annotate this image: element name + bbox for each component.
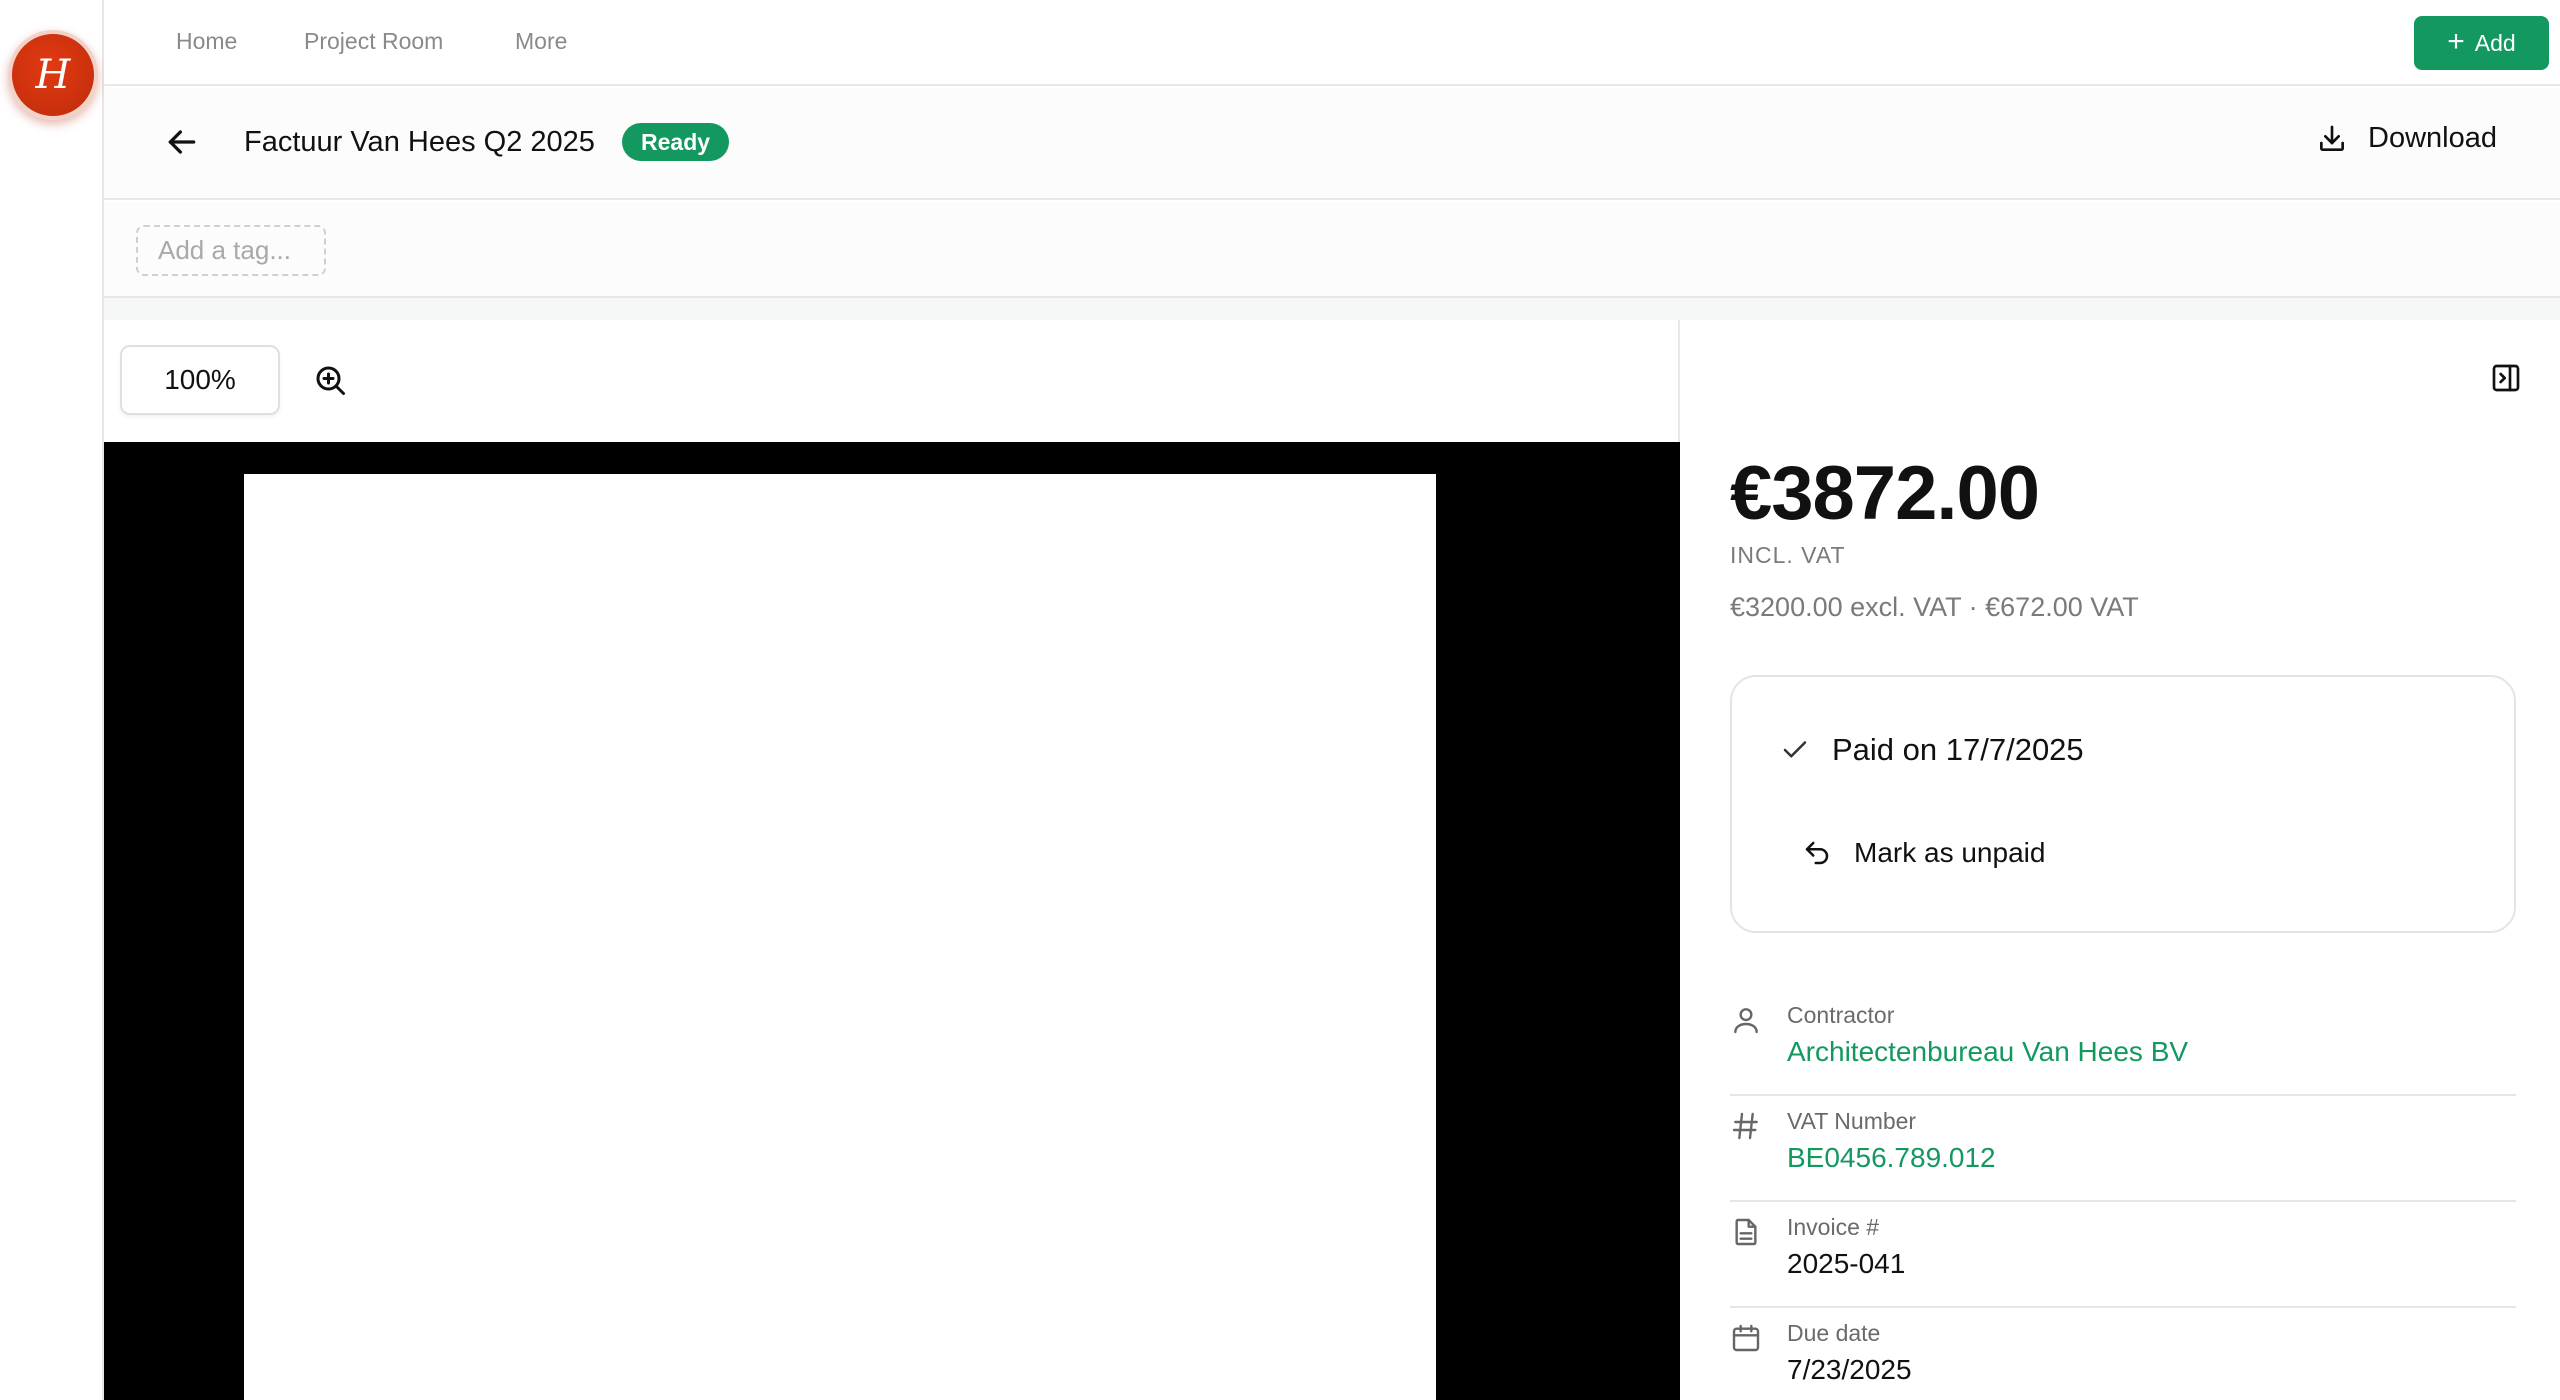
add-button-label: Add (2474, 29, 2516, 56)
download-icon (2320, 125, 2344, 151)
detail-invoice-number: Invoice # 2025-041 (1730, 1204, 2516, 1308)
mark-unpaid-label: Mark as unpaid (1854, 837, 2046, 868)
mark-as-unpaid-button[interactable]: Mark as unpaid (1802, 837, 2045, 869)
document-icon (1735, 1218, 1757, 1246)
due-date-value: 7/23/2025 (1787, 1354, 1912, 1385)
zoom-in-icon[interactable] (312, 362, 348, 398)
back-arrow-icon[interactable] (162, 122, 202, 162)
paid-status: Paid on 17/7/2025 (1780, 732, 2084, 768)
app-logo[interactable]: H (8, 30, 98, 120)
status-badge: Ready (622, 123, 730, 161)
collapse-panel-icon[interactable] (2490, 362, 2522, 394)
detail-label: VAT Number (1787, 1108, 1917, 1134)
invoice-amount: €3872.00 (1730, 451, 2040, 536)
check-icon (1783, 741, 1807, 758)
zoom-level[interactable]: 100% (120, 345, 280, 415)
contractor-link[interactable]: Architectenbureau Van Hees BV (1787, 1036, 2188, 1068)
document-viewer: 100% (104, 320, 1680, 1400)
detail-due-date: Due date 7/23/2025 (1730, 1310, 2516, 1400)
detail-label: Invoice # (1787, 1214, 1880, 1240)
paid-label: Paid on 17/7/2025 (1832, 732, 2084, 767)
download-button[interactable]: Download (2316, 122, 2497, 155)
payment-status-card: Paid on 17/7/2025 Mark as unpaid (1730, 675, 2516, 933)
logo-letter: H (35, 52, 71, 98)
incl-vat-label: INCL. VAT (1730, 542, 1846, 568)
add-button[interactable]: + Add (2414, 16, 2549, 70)
top-nav: Home Project Room More + Add SJ (104, 0, 2560, 86)
document-title: Factuur Van Hees Q2 2025 (244, 126, 595, 158)
plus-icon: + (2447, 24, 2465, 58)
download-label: Download (2368, 122, 2497, 154)
document-header: Factuur Van Hees Q2 2025 Ready Download (104, 88, 2560, 200)
invoice-number-value: 2025-041 (1787, 1248, 1906, 1279)
tag-bar: Add a tag... (104, 202, 2560, 298)
detail-contractor: Contractor Architectenbureau Van Hees BV (1730, 992, 2516, 1096)
left-rail: H (0, 0, 104, 1400)
nav-project-room[interactable]: Project Room (304, 28, 443, 55)
document-page (244, 474, 1436, 1400)
detail-vat-number: VAT Number BE0456.789.012 (1730, 1098, 2516, 1202)
detail-label: Due date (1787, 1320, 1881, 1346)
undo-icon (1805, 841, 1829, 865)
divider-strip (104, 298, 2560, 320)
nav-home[interactable]: Home (176, 28, 237, 55)
invoice-details-panel: €3872.00 INCL. VAT €3200.00 excl. VAT · … (1682, 320, 2560, 1400)
vat-number-link[interactable]: BE0456.789.012 (1787, 1142, 1996, 1174)
vat-breakdown: €3200.00 excl. VAT · €672.00 VAT (1730, 592, 2139, 622)
document-canvas[interactable] (104, 442, 1680, 1400)
user-icon (1734, 1008, 1758, 1034)
add-tag-input[interactable]: Add a tag... (136, 225, 326, 276)
calendar-icon (1732, 1324, 1760, 1352)
detail-label: Contractor (1787, 1002, 1895, 1028)
hash-icon (1732, 1112, 1758, 1140)
nav-more[interactable]: More (515, 28, 567, 55)
